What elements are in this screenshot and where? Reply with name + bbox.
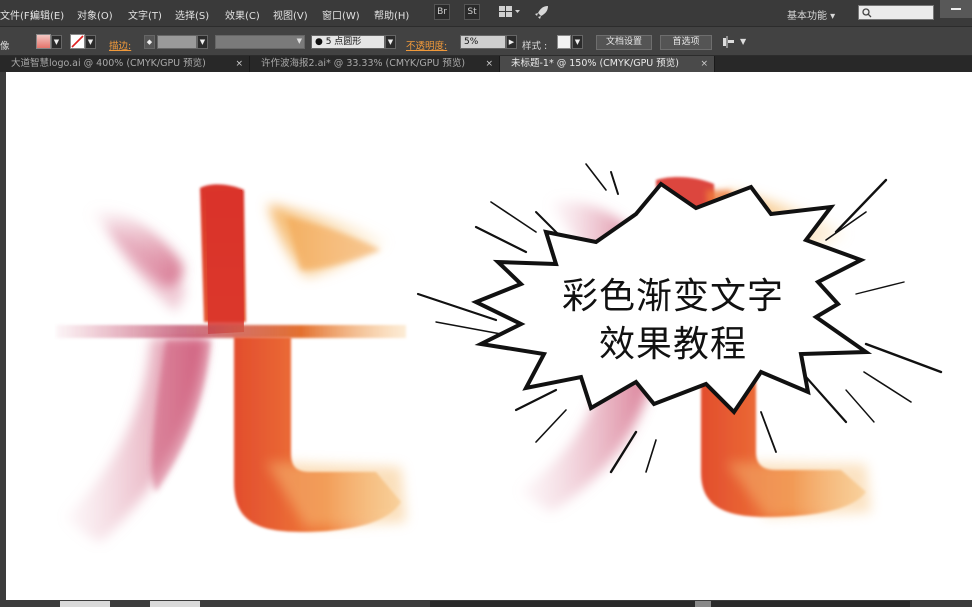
brush-select[interactable]: ● 5 点圆形 — [311, 35, 385, 49]
tab-label: 大道智慧logo.ai @ 400% (CMYK/GPU 预览) — [11, 58, 206, 69]
fill-swatch[interactable] — [36, 34, 51, 49]
menu-edit[interactable]: 编辑(E) — [30, 7, 64, 22]
rocket-icon[interactable] — [534, 4, 550, 20]
graphic-style-dropdown[interactable]: ▼ — [572, 35, 583, 49]
menu-file[interactable]: 文件(F) — [0, 7, 34, 22]
stroke-label-text: 描边 — [109, 41, 129, 52]
stroke-label[interactable]: 描边: — [109, 38, 131, 52]
tab-poster-document[interactable]: 许作波海报2.ai* @ 33.33% (CMYK/GPU 预览) × — [250, 56, 500, 72]
variable-width-select[interactable]: ▼ — [215, 35, 305, 49]
opacity-slider-button[interactable]: ▶ — [506, 35, 517, 49]
close-icon[interactable]: × — [235, 56, 243, 72]
mode-label: 像 — [0, 41, 10, 52]
workspace-label: 基本功能 — [787, 11, 827, 22]
graphic-style-swatch[interactable] — [557, 35, 571, 49]
tab-untitled-document[interactable]: 未标题-1* @ 150% (CMYK/GPU 预览) × — [500, 56, 715, 72]
fill-dropdown[interactable]: ▼ — [51, 35, 62, 49]
panel-menu-icon[interactable]: ▼ — [740, 37, 746, 46]
menu-bar: 文件(F) 编辑(E) 对象(O) 文字(T) 选择(S) 效果(C) 视图(V… — [0, 0, 972, 26]
opacity-label[interactable]: 不透明度: — [406, 38, 447, 52]
document-tab-bar: 大道智慧logo.ai @ 400% (CMYK/GPU 预览) × 许作波海报… — [0, 56, 972, 72]
stroke-weight-dropdown[interactable]: ▼ — [197, 35, 208, 49]
menu-window[interactable]: 窗口(W) — [322, 7, 360, 22]
brush-dropdown[interactable]: ▼ — [385, 35, 396, 49]
menu-object[interactable]: 对象(O) — [77, 7, 113, 22]
artboard[interactable]: 彩色渐变文字 效果教程 — [6, 72, 972, 600]
scroll-thumb[interactable] — [695, 601, 711, 607]
menu-help[interactable]: 帮助(H) — [374, 7, 409, 22]
bridge-button[interactable]: Br — [434, 4, 450, 20]
minimize-icon — [951, 8, 961, 10]
stroke-swatch[interactable] — [70, 34, 85, 49]
menu-effect[interactable]: 效果(C) — [225, 7, 260, 22]
stroke-dropdown[interactable]: ▼ — [85, 35, 96, 49]
control-bar: 像 ▼ ▼ 描边: ◆ ▼ ▼ ● 5 点圆形 ▼ 不透明度: 5% ▶ 样式 … — [0, 26, 972, 56]
opacity-label-text: 不透明度 — [406, 41, 445, 52]
align-options-icon[interactable] — [722, 36, 736, 48]
zoom-field[interactable] — [60, 601, 110, 607]
bubble-line-1: 彩色渐变文字 — [561, 276, 784, 317]
stock-button[interactable]: St — [464, 4, 480, 20]
menu-select[interactable]: 选择(S) — [175, 7, 209, 22]
document-setup-button[interactable]: 文档设置 — [596, 35, 652, 50]
speech-bubble-text: 彩色渐变文字 效果教程 — [538, 273, 808, 369]
brush-value: 5 点圆形 — [325, 37, 362, 47]
gradient-glyph-left[interactable] — [56, 184, 406, 542]
horizontal-scrollbar[interactable] — [430, 601, 910, 607]
opacity-input[interactable]: 5% — [460, 35, 506, 49]
search-input[interactable] — [858, 5, 934, 20]
status-bar — [0, 600, 972, 607]
artboard-navigator[interactable] — [150, 601, 200, 607]
tab-label: 未标题-1* @ 150% (CMYK/GPU 预览) — [511, 58, 679, 69]
search-icon — [862, 8, 872, 18]
menu-type[interactable]: 文字(T) — [128, 7, 162, 22]
stroke-weight-stepper[interactable]: ◆ — [144, 35, 155, 49]
style-label-text: 样式 — [522, 41, 542, 52]
tab-label: 许作波海报2.ai* @ 33.33% (CMYK/GPU 预览) — [261, 58, 466, 69]
tab-logo-document[interactable]: 大道智慧logo.ai @ 400% (CMYK/GPU 预览) × — [0, 56, 250, 72]
workspace-switcher[interactable]: 基本功能 ▾ — [787, 7, 835, 22]
preferences-button[interactable]: 首选项 — [660, 35, 712, 50]
arrange-documents-icon[interactable] — [498, 5, 522, 19]
bubble-line-2: 效果教程 — [598, 324, 747, 365]
style-label: 样式 : — [522, 41, 548, 52]
stroke-weight-input[interactable] — [157, 35, 197, 49]
minimize-button[interactable] — [940, 0, 972, 18]
menu-view[interactable]: 视图(V) — [273, 7, 308, 22]
close-icon[interactable]: × — [700, 56, 708, 72]
close-icon[interactable]: × — [485, 56, 493, 72]
